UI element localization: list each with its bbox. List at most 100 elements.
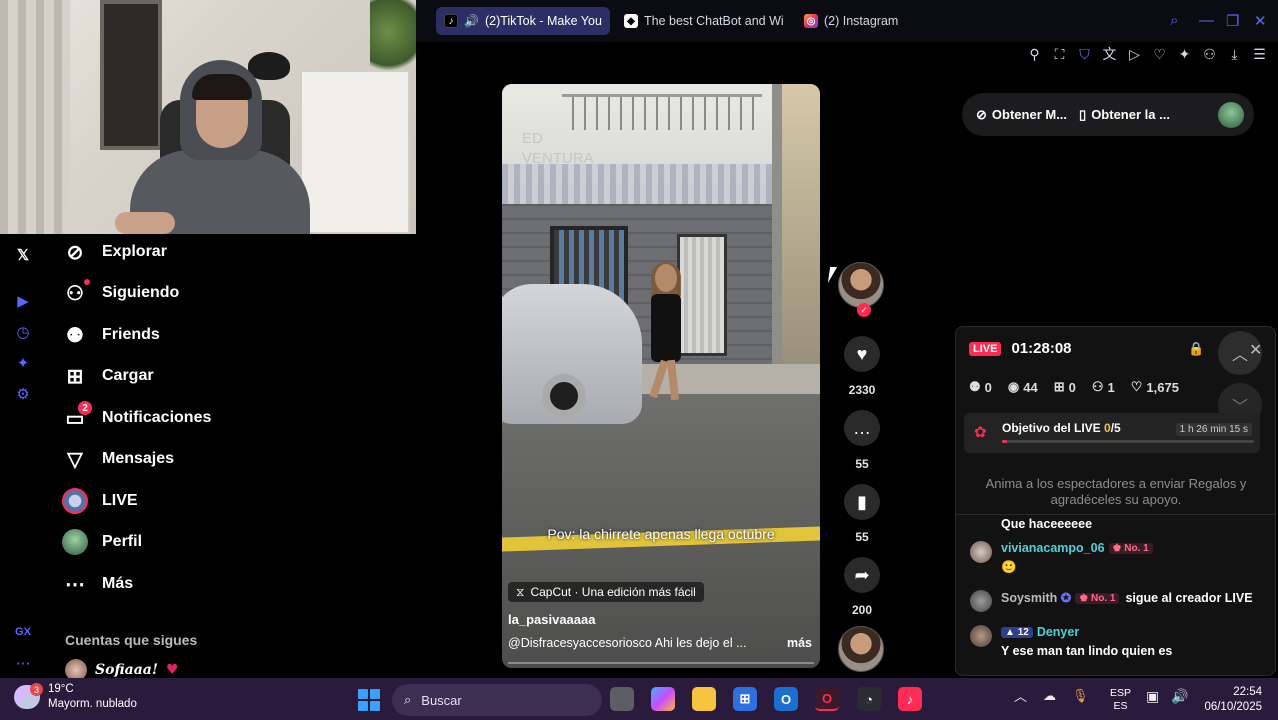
account-avatar[interactable]: [1218, 101, 1244, 128]
chevron-up-icon[interactable]: ︿: [1014, 686, 1027, 705]
microphone-icon[interactable]: 🎙: [1072, 688, 1089, 704]
nav-explorar[interactable]: ⊘ Explorar: [62, 236, 167, 268]
video-car: [502, 284, 642, 424]
capcut-icon: ⧖: [516, 584, 525, 599]
lock-icon[interactable]: 🔒: [1188, 341, 1204, 357]
get-app-label: Obtener la ...: [1091, 107, 1170, 122]
more-rail-icon[interactable]: ⋯: [13, 654, 33, 674]
history-icon[interactable]: ◷: [13, 323, 33, 343]
following-name: Sofiaaa!: [95, 662, 158, 678]
stat-gifts: ⊞ 0: [1054, 379, 1076, 395]
goal-progress-bar: [1002, 440, 1254, 443]
phone-icon: ▯: [1079, 106, 1087, 122]
heart-icon: ♥: [856, 343, 868, 364]
nav-perfil[interactable]: Perfil: [62, 526, 142, 558]
clock[interactable]: 22:54 06/10/2025: [1200, 685, 1262, 715]
nav-label: Más: [102, 575, 134, 592]
get-coins-button[interactable]: ⊘ Obtener M...: [976, 107, 1067, 123]
bookmark-icon: ▮: [857, 491, 867, 512]
search-icon[interactable]: ⌕: [1170, 12, 1178, 29]
translate-icon[interactable]: 文: [1101, 46, 1118, 63]
extensions-rail-icon[interactable]: ✦: [13, 354, 33, 374]
video-person-leg: [666, 359, 680, 401]
video-player[interactable]: ED VENTURA Pov: la chirrete apenas llega …: [502, 84, 820, 668]
video-description: @Disfracesyaccesoriosco Ahi les dejo el …: [508, 636, 812, 650]
chat-avatar[interactable]: [970, 625, 992, 647]
copilot-icon[interactable]: [651, 687, 675, 711]
tab-chatbot[interactable]: ◆ The best ChatBot and Wi: [616, 7, 784, 35]
chat-avatar[interactable]: [970, 590, 992, 612]
maximize-icon[interactable]: ❐: [1226, 12, 1239, 30]
weather-widget[interactable]: 3 19°C Mayorm. nublado: [14, 682, 137, 712]
shield-icon[interactable]: ⛉: [1076, 46, 1093, 63]
minimize-icon[interactable]: —: [1199, 12, 1214, 29]
outlook-icon[interactable]: O: [774, 687, 798, 711]
close-icon[interactable]: ✕: [1254, 12, 1267, 30]
nav-friends[interactable]: ⚉ Friends: [62, 319, 160, 351]
comment-button[interactable]: …: [844, 410, 880, 446]
start-button[interactable]: [358, 689, 380, 711]
nav-cargar[interactable]: ⊞ Cargar: [62, 360, 154, 392]
live-panel: LIVE 01:28:08 🔒 ︿ ✕ ﹀ ⚉ 0 ◉ 44 ⊞ 0 ⚇ 1 ♡ 1,67…: [955, 326, 1276, 676]
nav-label: Friends: [102, 326, 160, 343]
like-button[interactable]: ♥: [844, 336, 880, 372]
share-button[interactable]: ➦: [844, 557, 880, 593]
nav-siguiendo[interactable]: ⚇ Siguiendo: [62, 277, 179, 309]
language-indicator[interactable]: ESP ES: [1110, 687, 1131, 713]
volume-icon[interactable]: 🔊: [1171, 688, 1188, 705]
browser-side-rail: 𝕏 ▶ ◷ ✦ ⚙ GX ⋯: [0, 234, 44, 678]
tab-tiktok[interactable]: ♪ 🔊 (2)TikTok - Make You: [436, 7, 610, 35]
sound-avatar[interactable]: [838, 626, 884, 672]
settings-icon[interactable]: ⚙: [13, 385, 33, 405]
account-icon[interactable]: ⚇: [1201, 46, 1218, 63]
pin-icon[interactable]: ⚲: [1026, 46, 1043, 63]
chat-user[interactable]: vivianacampo_06 ♚ No. 1: [1001, 541, 1153, 555]
video-person-head: [655, 264, 677, 292]
network-icon[interactable]: ▣: [1146, 688, 1159, 705]
save-button[interactable]: ▮: [844, 484, 880, 520]
nav-notificaciones[interactable]: ▭ 2 Notificaciones: [62, 401, 211, 434]
get-app-button[interactable]: ▯ Obtener la ...: [1079, 107, 1170, 123]
app-icon[interactable]: ◔: [857, 687, 881, 711]
player-rail-icon[interactable]: ▶: [13, 292, 33, 312]
opera-gx-icon[interactable]: O: [815, 687, 839, 711]
nav-label: Explorar: [102, 243, 167, 260]
extensions-icon[interactable]: ✦: [1176, 46, 1193, 63]
tab-instagram[interactable]: ◎ (2) Instagram: [796, 7, 926, 35]
nav-live[interactable]: LIVE: [62, 485, 138, 517]
weather-temp: 19°C: [48, 683, 74, 695]
webcam-arm: [115, 212, 175, 234]
chat-avatar[interactable]: [970, 541, 992, 563]
video-author[interactable]: la_pasivaaaaa: [508, 612, 595, 627]
more-link[interactable]: más: [787, 636, 812, 650]
chat-user[interactable]: Soysmith ✪ ♚ No. 1 sigue al creador LIVE: [1001, 590, 1253, 605]
creator-avatar[interactable]: ✓: [838, 262, 884, 317]
video-person-leg: [649, 359, 669, 399]
task-view-icon[interactable]: [610, 687, 634, 711]
chat-user[interactable]: ▲ 12 Denyer: [1001, 625, 1079, 639]
heart-icon[interactable]: ♡: [1151, 46, 1168, 63]
file-explorer-icon[interactable]: [692, 687, 716, 711]
nav-mas[interactable]: ⋯ Más: [62, 568, 133, 600]
chat-username: Denyer: [1036, 625, 1080, 639]
snapshot-icon[interactable]: ⛶: [1051, 46, 1068, 63]
store-icon[interactable]: ⊞: [733, 687, 757, 711]
gx-label[interactable]: GX: [13, 626, 33, 646]
tiktok-app-icon[interactable]: ♪: [898, 687, 922, 711]
live-goal[interactable]: ✿ Objetivo del LIVE 0/5 1 h 26 min 15 s: [964, 413, 1260, 453]
taskbar-search[interactable]: ⌕ Buscar: [392, 684, 602, 716]
close-panel-icon[interactable]: ✕: [1249, 340, 1262, 360]
video-actions: ✓ ♥ 2330 … 55 ▮ 55 ➦ 200: [836, 260, 888, 672]
x-twitter-icon[interactable]: 𝕏: [13, 246, 33, 266]
player-icon[interactable]: ▷: [1126, 46, 1143, 63]
live-tag: LIVE: [969, 341, 1002, 356]
nav-mensajes[interactable]: ▽ Mensajes: [62, 443, 174, 475]
video-progress[interactable]: [508, 662, 814, 664]
follow-check-icon[interactable]: ✓: [857, 303, 871, 317]
description-text: @Disfracesyaccesoriosco Ahi les dejo el …: [508, 636, 747, 650]
people-icon: ⚉: [969, 379, 981, 394]
download-icon[interactable]: ⤓: [1226, 46, 1243, 63]
capcut-tag[interactable]: ⧖ CapCut · Una edición más fácil: [508, 582, 704, 602]
onedrive-icon[interactable]: ☁: [1043, 688, 1056, 704]
menu-icon[interactable]: ☰: [1251, 46, 1268, 63]
